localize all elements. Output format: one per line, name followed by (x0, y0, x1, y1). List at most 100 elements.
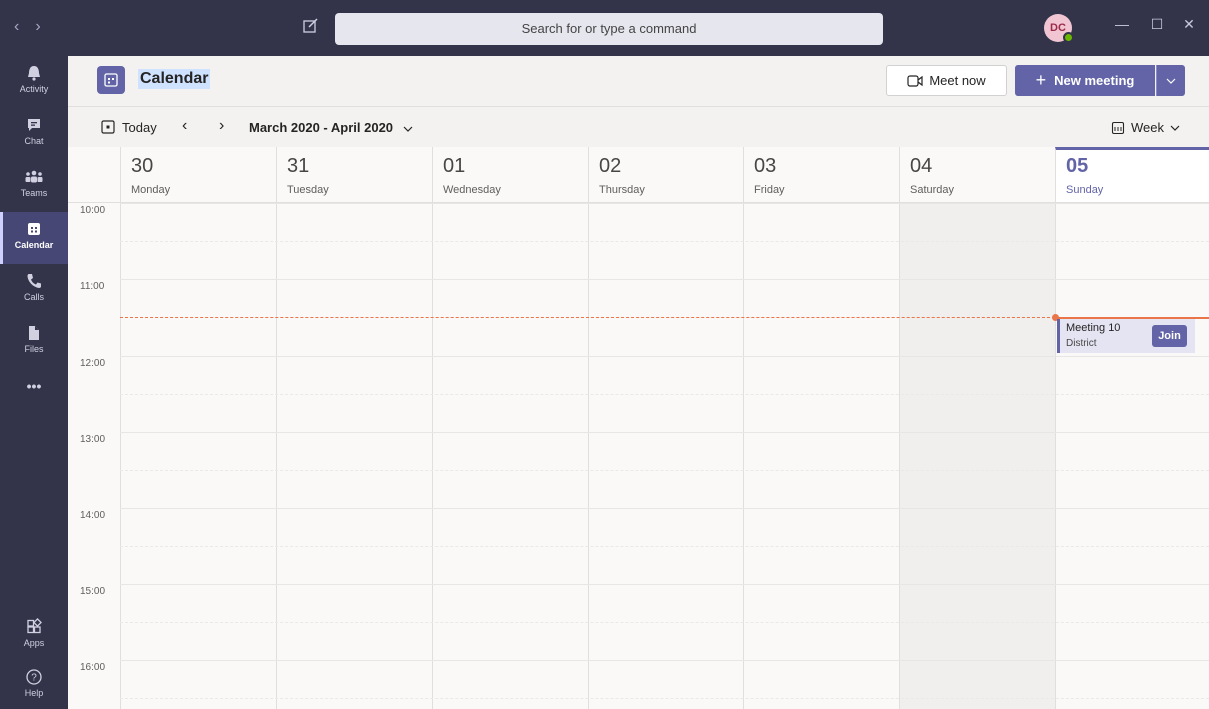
forward-button[interactable]: › (35, 18, 40, 36)
previous-week-button[interactable]: ‹ (182, 117, 187, 135)
today-button[interactable]: Today (100, 119, 157, 135)
next-week-button[interactable]: › (219, 117, 224, 135)
rail-item-label: Apps (23, 638, 45, 648)
hour-line (120, 508, 1209, 509)
rail-item-activity[interactable]: Activity (0, 56, 68, 108)
hour-label: 11:00 (80, 281, 105, 292)
rail-item-label: Help (24, 688, 44, 698)
half-hour-line (120, 698, 1209, 699)
day-header-thursday[interactable]: 02 Thursday (588, 147, 744, 202)
rail-item-chat[interactable]: Chat (0, 108, 68, 160)
day-header-wednesday[interactable]: 01 Wednesday (432, 147, 588, 202)
rail-item-files[interactable]: Files (0, 316, 68, 368)
page-title: Calendar (138, 69, 211, 89)
rail-item-more[interactable]: ••• (0, 372, 68, 402)
day-name: Wednesday (443, 184, 501, 196)
half-hour-line (120, 470, 1209, 471)
svg-text:?: ? (31, 673, 37, 684)
hour-line (120, 279, 1209, 280)
calendar-app-icon (97, 66, 125, 94)
app-rail: Activity Chat Teams Calendar Calls Files… (0, 56, 68, 709)
day-name: Saturday (910, 184, 955, 196)
today-label: Today (122, 119, 157, 135)
rail-item-teams[interactable]: Teams (0, 160, 68, 212)
rail-item-label: Calendar (14, 240, 54, 250)
rail-item-label: Teams (20, 188, 48, 198)
calendar-today-icon (101, 120, 115, 134)
date-range-label: March 2020 - April 2020 (249, 120, 394, 135)
day-name: Tuesday (287, 184, 329, 196)
meet-now-label: Meet now (929, 73, 986, 88)
calendar-icon (28, 223, 40, 235)
rail-item-label: Calls (23, 292, 44, 302)
chevron-down-icon (403, 126, 413, 132)
view-label: Week (1131, 120, 1164, 135)
search-input[interactable]: Search for or type a command (335, 13, 883, 45)
apps-icon (27, 618, 42, 634)
rail-item-calls[interactable]: Calls (0, 264, 68, 316)
chat-icon (28, 119, 40, 131)
new-meeting-button[interactable]: + New meeting (1015, 65, 1155, 96)
hour-line (120, 660, 1209, 661)
new-meeting-label: New meeting (1054, 73, 1135, 88)
half-hour-line (120, 546, 1209, 547)
current-time-line (120, 317, 1055, 318)
calendar-event[interactable]: Meeting 10 District Join (1057, 319, 1195, 353)
hour-line (120, 432, 1209, 433)
half-hour-line (120, 394, 1209, 395)
teams-icon (25, 170, 43, 183)
rail-item-label: Chat (24, 136, 44, 146)
rail-item-label: Activity (19, 84, 49, 94)
rail-item-apps[interactable]: Apps (0, 610, 68, 662)
chevron-down-icon (1170, 125, 1180, 131)
event-title: Meeting 10 (1066, 322, 1121, 334)
history-nav: ‹ › (14, 18, 41, 36)
hour-label: 16:00 (80, 662, 106, 673)
minimize-button[interactable]: — (1110, 16, 1134, 32)
hour-line (120, 203, 1209, 204)
file-icon (29, 326, 39, 340)
day-header-friday[interactable]: 03 Friday (743, 147, 899, 202)
view-switcher[interactable]: Week (1111, 120, 1180, 135)
meet-now-button[interactable]: Meet now (886, 65, 1007, 96)
day-name: Thursday (599, 184, 645, 196)
day-name: Monday (131, 184, 171, 196)
day-number: 02 (599, 155, 622, 177)
calendar-week-icon (1111, 121, 1125, 134)
calendar-header: Calendar Meet now + New meeting (68, 56, 1209, 107)
day-name: Sunday (1066, 184, 1104, 196)
day-header-saturday[interactable]: 04 Saturday (899, 147, 1055, 202)
bell-icon (28, 66, 40, 81)
day-number: 04 (910, 155, 933, 177)
rail-item-calendar[interactable]: Calendar (0, 212, 68, 264)
event-location: District (1066, 338, 1097, 349)
hour-label: 15:00 (80, 586, 106, 597)
day-name: Friday (754, 184, 785, 196)
chevron-down-icon (1166, 78, 1176, 84)
join-button[interactable]: Join (1152, 325, 1187, 347)
hour-label: 10:00 (80, 205, 106, 216)
hour-label: 14:00 (80, 510, 106, 521)
hour-line (120, 356, 1209, 357)
phone-icon (27, 274, 41, 288)
week-grid: 30 Monday 31 Tuesday 01 Wednesday 02 Thu… (68, 147, 1209, 709)
rail-item-label: Files (24, 344, 44, 354)
help-icon: ? (26, 669, 42, 685)
more-icon: ••• (26, 378, 42, 394)
day-header-tuesday[interactable]: 31 Tuesday (276, 147, 432, 202)
date-range-picker[interactable]: March 2020 - April 2020 (249, 120, 413, 135)
day-header-monday[interactable]: 30 Monday (120, 147, 276, 202)
new-meeting-dropdown-button[interactable] (1156, 65, 1185, 96)
video-camera-icon (907, 74, 923, 87)
day-number: 30 (131, 155, 154, 177)
calendar-toolbar: Today ‹ › March 2020 - April 2020 Week (68, 107, 1209, 147)
compose-icon[interactable] (302, 17, 322, 37)
day-header-sunday-today[interactable]: 05 Sunday (1055, 147, 1209, 202)
rail-item-help[interactable]: ? Help (0, 660, 68, 709)
plus-icon: + (1035, 70, 1047, 90)
close-button[interactable]: ✕ (1177, 16, 1201, 33)
back-button[interactable]: ‹ (14, 18, 19, 36)
presence-available-icon (1063, 32, 1074, 43)
maximize-button[interactable]: ☐ (1145, 16, 1169, 33)
day-number: 01 (443, 155, 466, 177)
